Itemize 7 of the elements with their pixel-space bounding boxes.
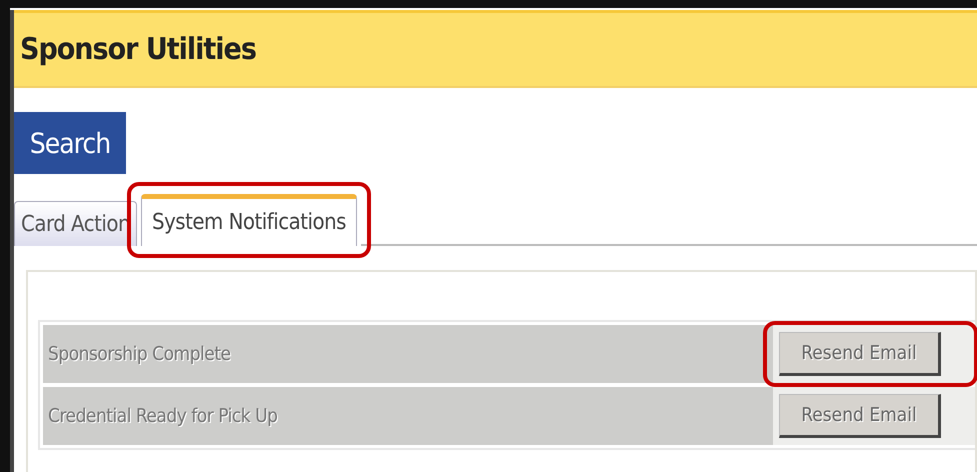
notification-name: Sponsorship Complete xyxy=(43,325,773,383)
resend-email-button[interactable]: Resend Email xyxy=(779,332,941,376)
notification-name: Credential Ready for Pick Up xyxy=(43,387,773,445)
search-button[interactable]: Search xyxy=(14,112,126,174)
page-title: Sponsor Utilities xyxy=(20,32,256,67)
resend-email-button[interactable]: Resend Email xyxy=(779,394,941,438)
tab[interactable]: System Notifications xyxy=(141,194,357,246)
